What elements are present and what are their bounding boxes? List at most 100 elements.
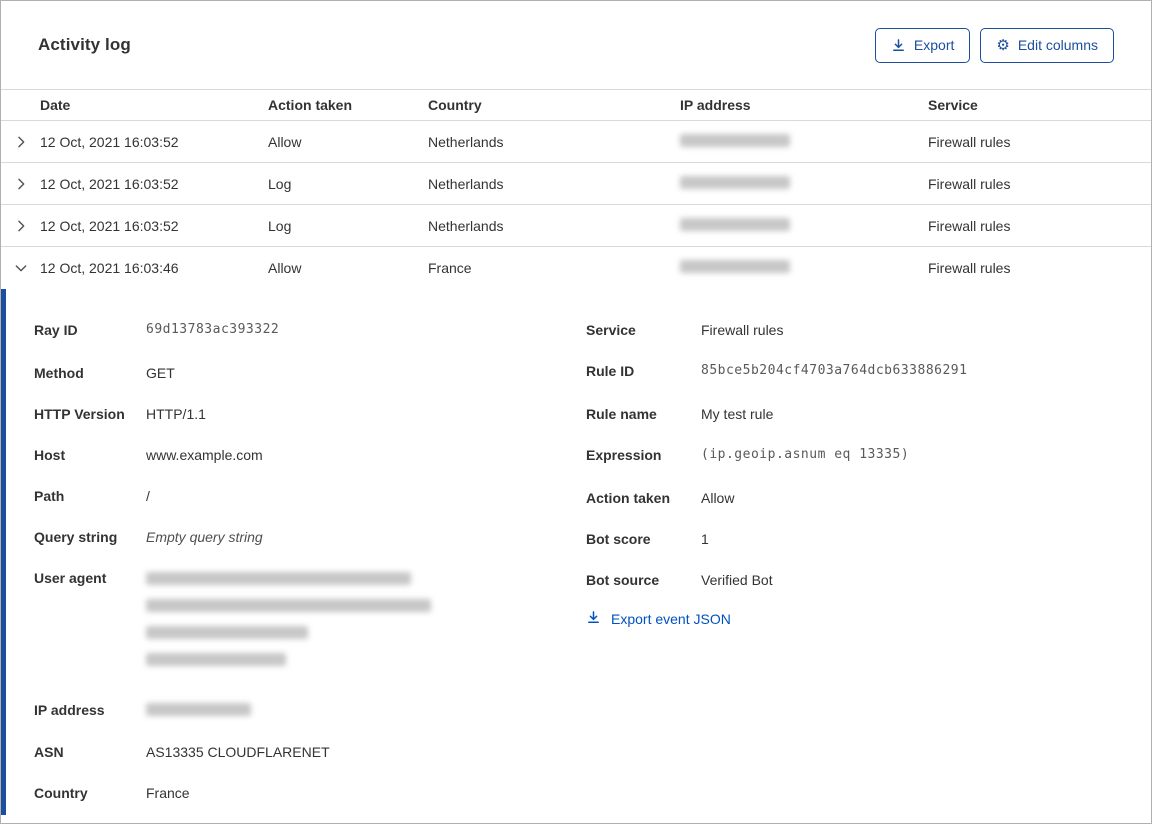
- detail-row: Host www.example.com: [34, 444, 586, 466]
- table-row[interactable]: 12 Oct, 2021 16:03:52 Log Netherlands Firew…: [1, 163, 1151, 205]
- table-row[interactable]: 12 Oct, 2021 16:03:52 Log Netherlands Firew…: [1, 205, 1151, 247]
- row-ip-address-redacted: [680, 217, 928, 234]
- row-country: Netherlands: [428, 133, 504, 150]
- detail-label: Rule name: [586, 406, 657, 422]
- detail-value: HTTP/1.1: [146, 406, 206, 422]
- header: Activity log Export ⚙ Edit columns: [1, 1, 1151, 89]
- detail-row: Service Firewall rules: [586, 319, 1121, 341]
- column-header-country: Country: [428, 97, 482, 113]
- detail-label: HTTP Version: [34, 406, 125, 422]
- detail-row: Bot source Verified Bot: [586, 569, 1121, 591]
- row-ip-address-redacted: [680, 175, 928, 192]
- detail-label: Rule ID: [586, 363, 635, 379]
- detail-row: Action taken Allow: [586, 487, 1121, 509]
- detail-label: Ray ID: [34, 322, 78, 338]
- detail-label: Action taken: [586, 490, 671, 506]
- detail-label: Bot source: [586, 572, 660, 588]
- table-row[interactable]: 12 Oct, 2021 16:03:46 Allow France Firewall…: [1, 247, 1151, 289]
- detail-label: Path: [34, 488, 65, 504]
- row-service: Firewall rules: [928, 260, 1011, 276]
- detail-row: Bot score 1: [586, 528, 1121, 550]
- detail-row: ASN AS13335 CLOUDFLARENET: [34, 741, 586, 763]
- detail-value: 69d13783ac393322: [146, 322, 280, 337]
- detail-label: Method: [34, 365, 84, 381]
- row-ip-address-redacted: [680, 260, 928, 276]
- detail-label: Country: [34, 785, 88, 801]
- detail-row: Path /: [34, 485, 586, 507]
- row-service: Firewall rules: [928, 175, 1011, 192]
- detail-value-redacted: [146, 699, 586, 722]
- detail-row: Country France: [34, 782, 586, 804]
- detail-value: (ip.geoip.asnum eq 13335): [701, 447, 910, 462]
- row-action-taken: Allow: [268, 260, 302, 276]
- row-action-taken: Log: [268, 175, 292, 192]
- row-date: 12 Oct, 2021 16:03:46: [40, 260, 179, 276]
- detail-value: My test rule: [701, 406, 774, 422]
- detail-value: 1: [701, 531, 709, 547]
- row-country: Netherlands: [428, 217, 504, 234]
- export-button-label: Export: [913, 37, 955, 53]
- header-actions: Export ⚙ Edit columns: [874, 27, 1114, 63]
- export-event-json-label: Export event JSON: [611, 611, 731, 627]
- detail-row: HTTP Version HTTP/1.1: [34, 403, 586, 425]
- detail-label: User agent: [34, 570, 107, 586]
- edit-columns-button[interactable]: ⚙ Edit columns: [980, 27, 1114, 63]
- detail-row: Rule name My test rule: [586, 403, 1121, 425]
- gear-icon: ⚙: [996, 36, 1010, 54]
- detail-label: Bot score: [586, 531, 651, 547]
- detail-row: Query string Empty query string: [34, 526, 586, 548]
- detail-row: Expression (ip.geoip.asnum eq 13335): [586, 444, 1121, 468]
- table-body: 12 Oct, 2021 16:03:52 Allow Netherlands Fir…: [1, 121, 1151, 289]
- detail-value: Firewall rules: [701, 322, 784, 338]
- export-button[interactable]: Export: [874, 27, 971, 63]
- detail-value: /: [146, 488, 150, 504]
- detail-value: GET: [146, 365, 175, 381]
- chevron-right-icon[interactable]: [1, 134, 40, 150]
- row-country: France: [428, 260, 472, 276]
- download-icon: [586, 610, 601, 628]
- detail-label: Query string: [34, 529, 118, 545]
- row-date: 12 Oct, 2021 16:03:52: [40, 175, 179, 192]
- detail-right-column: Service Firewall rules Rule ID 85bce5b204cf…: [586, 319, 1121, 823]
- detail-row: IP address: [34, 699, 586, 722]
- detail-value-redacted: [146, 567, 586, 680]
- detail-value: 85bce5b204cf4703a764dcb633886291: [701, 363, 968, 378]
- row-country: Netherlands: [428, 175, 504, 192]
- edit-columns-label: Edit columns: [1017, 37, 1098, 53]
- detail-value: AS13335 CLOUDFLARENET: [146, 744, 330, 760]
- detail-value: Empty query string: [146, 529, 263, 545]
- export-event-json-link[interactable]: Export event JSON: [586, 610, 1121, 628]
- detail-label: IP address: [34, 702, 105, 718]
- detail-label: Service: [586, 322, 636, 338]
- column-header-date: Date: [40, 97, 71, 113]
- detail-label: ASN: [34, 744, 64, 760]
- detail-row: User agent: [34, 567, 586, 680]
- row-action-taken: Log: [268, 217, 292, 234]
- activity-log-panel: Activity log Export ⚙ Edit columns Date …: [0, 0, 1152, 824]
- row-action-taken: Allow: [268, 133, 302, 150]
- chevron-down-icon[interactable]: [1, 260, 40, 276]
- detail-label: Host: [34, 447, 66, 463]
- chevron-right-icon[interactable]: [1, 218, 40, 234]
- detail-label: Expression: [586, 447, 662, 463]
- detail-left-column: Ray ID 69d13783ac393322 Method GET HTTP Vers…: [34, 319, 586, 823]
- row-service: Firewall rules: [928, 217, 1011, 234]
- chevron-right-icon[interactable]: [1, 176, 40, 192]
- detail-value: Allow: [701, 490, 735, 506]
- column-header-action: Action taken: [268, 97, 353, 113]
- row-ip-address-redacted: [680, 133, 928, 150]
- detail-value: France: [146, 785, 190, 801]
- row-date: 12 Oct, 2021 16:03:52: [40, 133, 179, 150]
- page-title: Activity log: [38, 35, 131, 54]
- detail-value: Verified Bot: [701, 572, 773, 588]
- detail-row: Method GET: [34, 362, 586, 384]
- event-detail-panel: Ray ID 69d13783ac393322 Method GET HTTP Vers…: [1, 289, 1151, 823]
- column-header-service: Service: [928, 97, 978, 113]
- download-icon: [891, 38, 906, 53]
- table-header: Date Action taken Country IP address Ser…: [1, 89, 1151, 121]
- row-date: 12 Oct, 2021 16:03:52: [40, 217, 179, 234]
- detail-value: www.example.com: [146, 447, 263, 463]
- table-row[interactable]: 12 Oct, 2021 16:03:52 Allow Netherlands Fir…: [1, 121, 1151, 163]
- column-header-ip-address: IP address: [680, 97, 751, 113]
- row-service: Firewall rules: [928, 133, 1011, 150]
